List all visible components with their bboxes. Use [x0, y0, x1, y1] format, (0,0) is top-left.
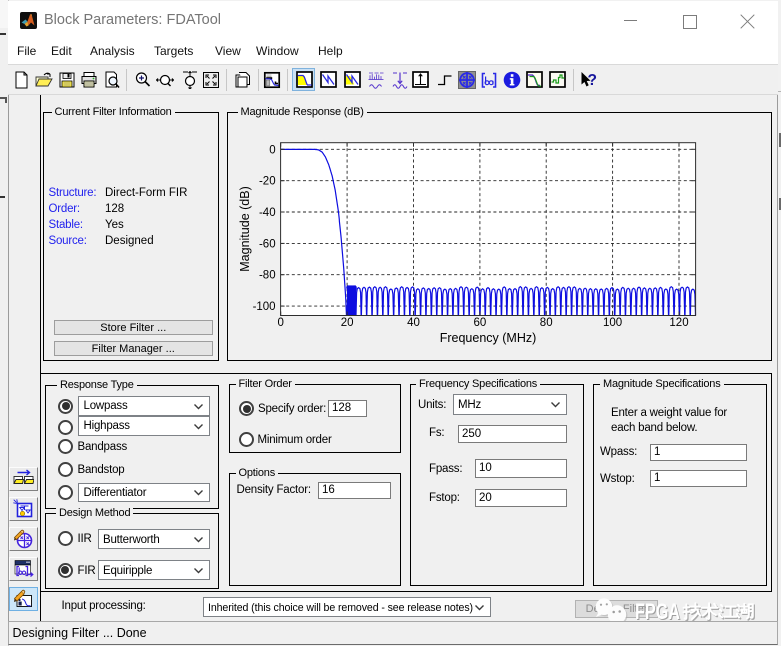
svg-text:-40: -40: [259, 207, 276, 219]
svg-text:0: 0: [269, 144, 275, 156]
svg-text:80: 80: [540, 317, 553, 329]
svg-text:60: 60: [474, 317, 487, 329]
svg-text:100: 100: [603, 317, 622, 329]
svg-text:20: 20: [341, 317, 354, 329]
svg-text:120: 120: [669, 317, 688, 329]
svg-text:-80: -80: [259, 270, 276, 282]
svg-text:0: 0: [277, 317, 283, 329]
svg-text:-20: -20: [259, 176, 276, 188]
svg-text:?: ?: [588, 72, 597, 89]
svg-text:40: 40: [407, 317, 420, 329]
svg-text:Frequency (MHz): Frequency (MHz): [440, 331, 537, 345]
svg-text:Magnitude (dB): Magnitude (dB): [238, 186, 252, 271]
svg-text:-100: -100: [253, 301, 276, 313]
svg-text:-60: -60: [259, 238, 276, 250]
